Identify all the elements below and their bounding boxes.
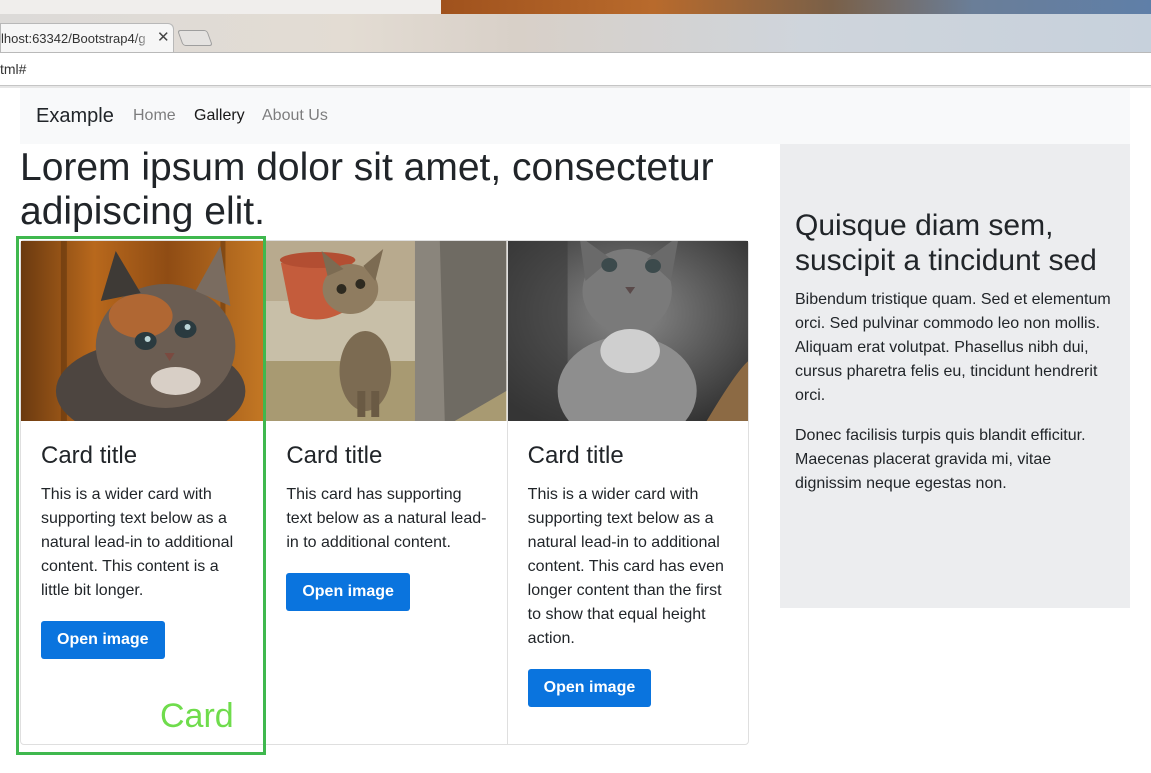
open-image-button[interactable]: Open image [286, 573, 410, 611]
card-title: Card title [527, 442, 624, 469]
card-title: Card title [286, 442, 383, 469]
close-tab-icon[interactable]: ✕ [157, 28, 170, 46]
card-body: Card title This is a wider card with sup… [21, 421, 265, 659]
card: Card title This card has supporting text… [265, 241, 507, 744]
aside-paragraph: Donec facilisis turpis quis blandit effi… [795, 427, 1086, 492]
open-image-button[interactable]: Open image [41, 621, 165, 659]
card-title: Card title [41, 442, 138, 469]
card: Card title This is a wider card with sup… [506, 241, 749, 744]
nav-link-home[interactable]: Home [133, 107, 176, 125]
kitten-grey-tabby-image [507, 241, 749, 421]
address-bar[interactable]: tml# [0, 53, 1151, 86]
nav-link-about-us[interactable]: About Us [262, 107, 328, 125]
card-annotation-label: Card [160, 697, 234, 735]
card-body: Card title This is a wider card with sup… [508, 421, 748, 707]
card: Card title This is a wider card with sup… [21, 241, 266, 744]
card-text: This card has supporting text below as a… [286, 486, 487, 551]
desktop-background-strip [0, 0, 1151, 14]
navbar-brand[interactable]: Example [36, 105, 114, 128]
navbar: Example Home Gallery About Us [20, 88, 1130, 144]
kitten-tabby-flowerpot-image [266, 241, 507, 421]
browser-tab[interactable]: lhost:63342/Bootstrap4/g ✕ [0, 23, 174, 52]
new-tab-button[interactable] [177, 30, 213, 46]
card-group: Card title This is a wider card with sup… [20, 240, 749, 745]
card-text: This is a wider card with supporting tex… [41, 486, 234, 599]
aside-paragraph: Bibendum tristique quam. Sed et elementu… [795, 291, 1111, 404]
browser-tab-bar: lhost:63342/Bootstrap4/g ✕ [0, 14, 1151, 53]
open-image-button[interactable]: Open image [527, 669, 652, 707]
kitten-calico-image [21, 241, 266, 421]
address-url: tml# [0, 61, 27, 77]
nav-link-gallery[interactable]: Gallery [194, 107, 245, 125]
sidebar-aside: Quisque diam sem, suscipit a tincidunt s… [780, 144, 1130, 608]
page-heading: Lorem ipsum dolor sit amet, consectetur … [20, 146, 714, 233]
aside-title: Quisque diam sem, suscipit a tincidunt s… [795, 209, 1097, 277]
desktop-wallpaper [441, 0, 1151, 14]
browser-tab-title: lhost:63342/Bootstrap4/g [1, 31, 153, 46]
card-body: Card title This card has supporting text… [266, 421, 506, 611]
card-text: This is a wider card with supporting tex… [527, 486, 724, 647]
